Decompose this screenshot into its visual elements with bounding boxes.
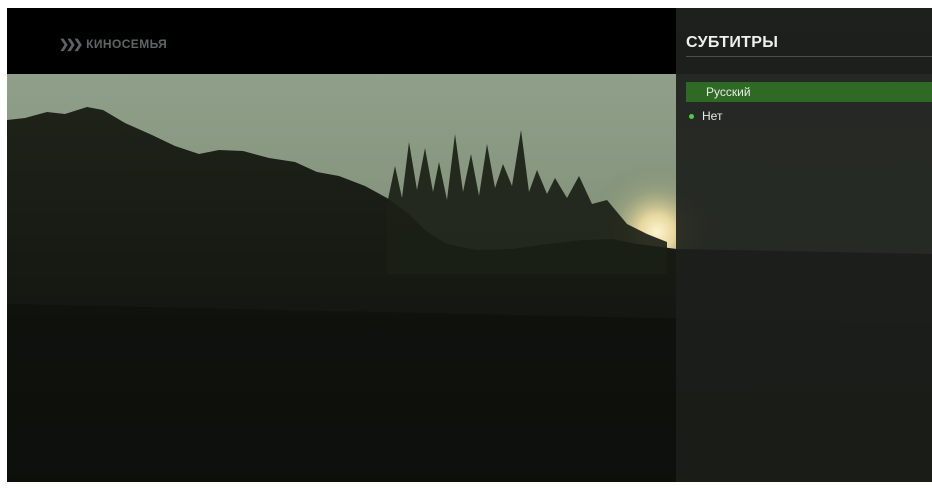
subtitle-option-none[interactable]: Нет: [686, 106, 932, 126]
option-label: Русский: [706, 85, 751, 99]
option-label: Нет: [702, 109, 723, 123]
panel-title: СУБТИТРЫ: [686, 34, 779, 51]
channel-logo: ❯❯❯ КИНОСЕМЬЯ: [59, 37, 167, 51]
logo-chevrons-icon: ❯❯❯: [59, 37, 83, 51]
logo-text: КИНОСЕМЬЯ: [86, 37, 168, 51]
top-bar: ❯❯❯ КИНОСЕМЬЯ: [7, 8, 676, 74]
active-dot-icon: [689, 113, 694, 119]
subtitles-panel: СУБТИТРЫ Русский Нет: [676, 8, 932, 482]
subtitle-option-russian[interactable]: Русский: [686, 82, 932, 102]
divider: [686, 56, 932, 57]
tv-screen: ❯❯❯ КИНОСЕМЬЯ СУБТИТРЫ Русский Нет: [7, 8, 932, 482]
